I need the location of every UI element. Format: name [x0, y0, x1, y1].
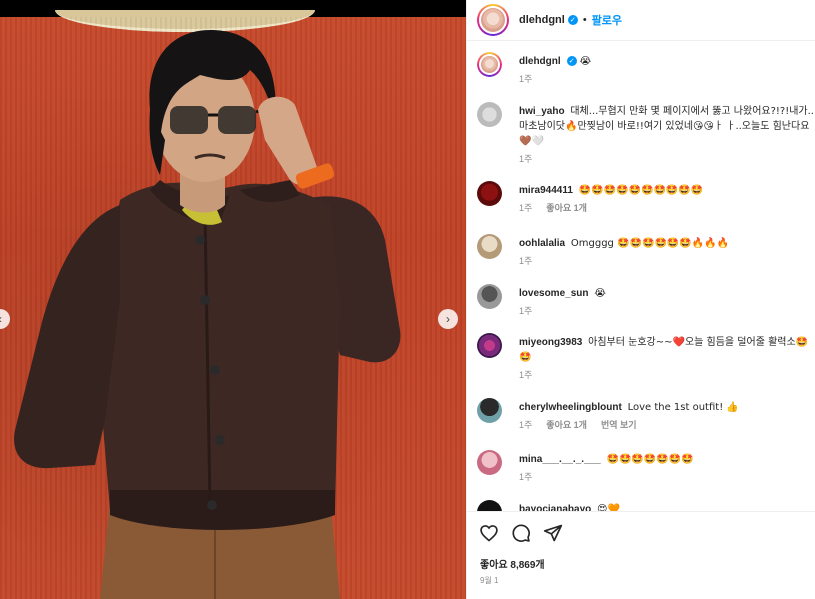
comment-likes[interactable]: 좋아요 1개 — [546, 201, 587, 216]
comment-text: Love the 1st outfit! 👍 — [627, 402, 739, 413]
comment-icon[interactable] — [511, 523, 531, 543]
avatar[interactable] — [477, 234, 502, 259]
post-date: 9월 1 — [480, 576, 499, 585]
comment-text: 😍🧡 — [597, 504, 620, 511]
caption-time: 1주 — [519, 74, 533, 84]
avatar[interactable] — [477, 181, 502, 206]
comment-username[interactable]: miyeong3983 — [519, 337, 582, 348]
avatar[interactable] — [477, 4, 509, 36]
author-username[interactable]: dlehdgnl — [519, 14, 565, 26]
share-icon[interactable] — [543, 523, 563, 543]
verified-badge-icon: ✓ — [566, 56, 577, 67]
comment-username[interactable]: bayocjanabayo — [519, 504, 591, 511]
comment-username[interactable]: cherylwheelingblount — [519, 402, 622, 413]
avatar[interactable] — [477, 284, 502, 309]
separator-dot: • — [582, 14, 587, 26]
comment-text: 😭 — [594, 288, 606, 299]
person-illustration — [14, 30, 401, 599]
comment-time: 1주 — [519, 370, 533, 380]
comment-username[interactable]: mina___.__._.___ — [519, 454, 601, 465]
avatar[interactable] — [477, 102, 502, 127]
post-header: dlehdgnl ✓ • 팔로우 — [467, 0, 815, 41]
post-panel: dlehdgnl ✓ • 팔로우 dlehdgnl ✓ 😭 1주 hwi_yaho… — [466, 0, 815, 599]
verified-badge-icon: ✓ — [567, 15, 578, 25]
comment-username[interactable]: lovesome_sun — [519, 288, 588, 299]
avatar[interactable] — [477, 450, 502, 475]
comment-text: Omgggg 🤩🤩🤩🤩🤩🤩🔥🔥🔥 — [570, 238, 730, 249]
comment-text: 🤩🤩🤩🤩🤩🤩🤩🤩🤩🤩 — [578, 185, 704, 196]
chevron-right-icon[interactable]: › — [438, 309, 458, 329]
comment-username[interactable]: oohlalalia — [519, 238, 565, 249]
comment-time: 1주 — [519, 472, 533, 482]
action-bar: 좋아요 8,869개 9월 1 — [467, 511, 815, 599]
avatar[interactable] — [477, 398, 502, 423]
comment-time: 1주 — [519, 256, 533, 266]
comment-username[interactable]: mira944411 — [519, 185, 573, 196]
comment-likes[interactable]: 좋아요 1개 — [546, 418, 587, 433]
comment-time: 1주 — [519, 203, 533, 213]
comment-time: 1주 — [519, 306, 533, 316]
likes-count[interactable]: 좋아요 8,869개 — [480, 556, 545, 571]
translate-link[interactable]: 번역 보기 — [601, 418, 637, 433]
comment-time: 1주 — [519, 154, 533, 164]
comment-text: 🤩🤩🤩🤩🤩🤩🤩 — [606, 454, 694, 465]
avatar[interactable] — [477, 333, 502, 358]
caption-text: 😭 — [579, 56, 592, 67]
avatar[interactable] — [477, 500, 502, 511]
comment-username[interactable]: hwi_yaho — [519, 106, 565, 117]
comments-list[interactable]: dlehdgnl ✓ 😭 1주 hwi_yaho 대체...무협지 만화 몇 페이… — [467, 42, 815, 511]
comment-time: 1주 — [519, 420, 533, 430]
heart-icon[interactable] — [479, 523, 499, 543]
follow-button[interactable]: 팔로우 — [592, 12, 622, 28]
avatar[interactable] — [477, 52, 502, 77]
caption-username[interactable]: dlehdgnl — [519, 56, 561, 67]
post-photo: ‹ › — [0, 0, 466, 599]
